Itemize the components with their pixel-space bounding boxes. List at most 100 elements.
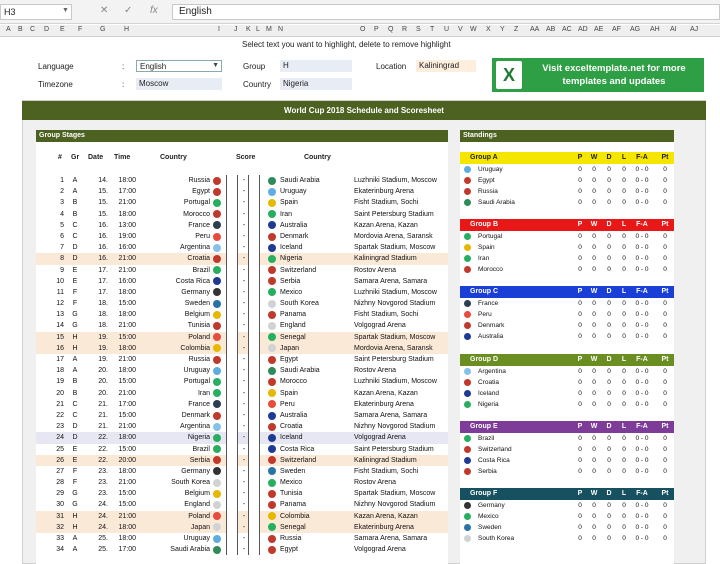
- column-header[interactable]: M: [266, 26, 272, 33]
- home-score-input[interactable]: [226, 510, 238, 522]
- away-score-input[interactable]: [248, 443, 260, 455]
- match-row[interactable]: 5 C 16. 13:00 France - Australia Kazan Arena, K…: [36, 219, 448, 231]
- home-score-input[interactable]: [226, 409, 238, 422]
- away-score-input[interactable]: [248, 544, 260, 556]
- cancel-icon[interactable]: ✕: [100, 5, 108, 16]
- column-header[interactable]: N: [278, 26, 283, 33]
- column-header[interactable]: I: [218, 26, 220, 33]
- column-header[interactable]: AI: [670, 26, 677, 33]
- home-score-input[interactable]: [226, 197, 238, 209]
- column-header[interactable]: AF: [612, 26, 621, 33]
- column-header[interactable]: W: [470, 26, 477, 33]
- home-score-input[interactable]: [226, 219, 238, 231]
- column-header[interactable]: AB: [546, 26, 555, 33]
- away-score-input[interactable]: [248, 454, 260, 466]
- away-score-input[interactable]: [248, 298, 260, 310]
- away-score-input[interactable]: [248, 286, 260, 299]
- column-header[interactable]: E: [60, 26, 65, 33]
- home-score-input[interactable]: [226, 320, 238, 332]
- column-header[interactable]: Q: [388, 26, 393, 33]
- column-header[interactable]: V: [458, 26, 463, 33]
- home-score-input[interactable]: [226, 387, 238, 399]
- column-header[interactable]: K: [246, 26, 251, 33]
- column-header[interactable]: C: [30, 26, 35, 33]
- column-header[interactable]: P: [374, 26, 379, 33]
- away-score-input[interactable]: [248, 253, 260, 265]
- away-score-input[interactable]: [248, 488, 260, 500]
- column-header[interactable]: S: [416, 26, 421, 33]
- match-row[interactable]: 9 E 17. 21:00 Brazil - Switzerland Rostov Arena: [36, 264, 448, 276]
- location-field[interactable]: Kaliningrad: [416, 60, 476, 72]
- formula-input[interactable]: English: [172, 4, 720, 20]
- match-row[interactable]: 7 D 16. 16:00 Argentina - Iceland Spartak Stadi…: [36, 242, 448, 254]
- away-score-input[interactable]: [248, 197, 260, 209]
- column-header[interactable]: AC: [562, 26, 572, 33]
- column-header[interactable]: X: [486, 26, 491, 33]
- away-score-input[interactable]: [248, 275, 260, 287]
- match-row[interactable]: 30 G 24. 15:00 England - Panama Nizhny Novgorod…: [36, 499, 448, 511]
- column-header[interactable]: AE: [594, 26, 603, 33]
- home-score-input[interactable]: [226, 477, 238, 489]
- home-score-input[interactable]: [226, 230, 238, 243]
- home-score-input[interactable]: [226, 432, 238, 444]
- home-score-input[interactable]: [226, 309, 238, 321]
- home-score-input[interactable]: [226, 454, 238, 466]
- home-score-input[interactable]: [226, 488, 238, 500]
- match-row[interactable]: 29 G 23. 15:00 Belgium - Tunisia Spartak Stadiu…: [36, 488, 448, 500]
- column-header[interactable]: U: [444, 26, 449, 33]
- home-score-input[interactable]: [226, 175, 238, 187]
- away-score-input[interactable]: [248, 208, 260, 220]
- away-score-input[interactable]: [248, 465, 260, 478]
- away-score-input[interactable]: [248, 342, 260, 354]
- match-row[interactable]: 10 E 17. 16:00 Costa Rica - Serbia Samara Arena…: [36, 275, 448, 287]
- column-header[interactable]: H: [124, 26, 129, 33]
- away-score-input[interactable]: [248, 354, 260, 366]
- match-row[interactable]: 26 E 22. 20:00 Serbia - Switzerland Kaliningrad…: [36, 454, 448, 466]
- match-row[interactable]: 15 H 19. 15:00 Poland - Senegal Spartak Stadium…: [36, 331, 448, 343]
- column-header[interactable]: L: [256, 26, 260, 33]
- match-row[interactable]: 20 B 20. 21:00 Iran - Spain Kazan Arena, Kazan: [36, 387, 448, 399]
- home-score-input[interactable]: [226, 544, 238, 556]
- match-row[interactable]: 21 C 21. 17:00 France - Peru Ekaterinburg Arena: [36, 398, 448, 410]
- home-score-input[interactable]: [226, 264, 238, 276]
- match-row[interactable]: 23 D 21. 21:00 Argentina - Croatia Nizhny Novgo…: [36, 421, 448, 433]
- column-header[interactable]: AG: [630, 26, 640, 33]
- match-row[interactable]: 16 H 19. 18:00 Colombia - Japan Mordovia Arena,…: [36, 342, 448, 354]
- column-header[interactable]: F: [78, 26, 82, 33]
- column-header[interactable]: J: [234, 26, 238, 33]
- home-score-input[interactable]: [226, 286, 238, 299]
- home-score-input[interactable]: [226, 275, 238, 287]
- away-score-input[interactable]: [248, 309, 260, 321]
- away-score-input[interactable]: [248, 230, 260, 243]
- away-score-input[interactable]: [248, 409, 260, 422]
- column-header[interactable]: Y: [500, 26, 505, 33]
- match-row[interactable]: 33 A 25. 18:00 Uruguay - Russia Samara Arena, S…: [36, 533, 448, 545]
- home-score-input[interactable]: [226, 342, 238, 354]
- column-header[interactable]: G: [100, 26, 105, 33]
- home-score-input[interactable]: [226, 521, 238, 533]
- match-row[interactable]: 22 C 21. 15:00 Denmark - Australia Samara Arena…: [36, 409, 448, 422]
- timezone-field[interactable]: Moscow: [136, 78, 222, 90]
- home-score-input[interactable]: [226, 354, 238, 366]
- away-score-input[interactable]: [248, 264, 260, 276]
- match-row[interactable]: 4 B 15. 18:00 Morocco - Iran Saint Petersburg S…: [36, 208, 448, 220]
- away-score-input[interactable]: [248, 510, 260, 522]
- match-row[interactable]: 18 A 20. 18:00 Uruguay - Saudi Arabia Rostov Ar…: [36, 365, 448, 377]
- away-score-input[interactable]: [248, 186, 260, 198]
- column-header[interactable]: AD: [578, 26, 588, 33]
- column-header[interactable]: A: [6, 26, 11, 33]
- away-score-input[interactable]: [248, 365, 260, 377]
- home-score-input[interactable]: [226, 398, 238, 410]
- column-header[interactable]: O: [360, 26, 365, 33]
- away-score-input[interactable]: [248, 242, 260, 254]
- home-score-input[interactable]: [226, 186, 238, 198]
- match-row[interactable]: 6 C 16. 19:00 Peru - Denmark Mordovia Arena, Sa…: [36, 230, 448, 243]
- column-header[interactable]: D: [44, 26, 49, 33]
- match-row[interactable]: 17 A 19. 21:00 Russia - Egypt Saint Petersburg …: [36, 354, 448, 366]
- promo-banner[interactable]: X Visit exceltemplate.net for more templa…: [492, 58, 704, 92]
- column-header[interactable]: R: [402, 26, 407, 33]
- home-score-input[interactable]: [226, 331, 238, 343]
- column-header[interactable]: B: [18, 26, 23, 33]
- away-score-input[interactable]: [248, 376, 260, 388]
- home-score-input[interactable]: [226, 298, 238, 310]
